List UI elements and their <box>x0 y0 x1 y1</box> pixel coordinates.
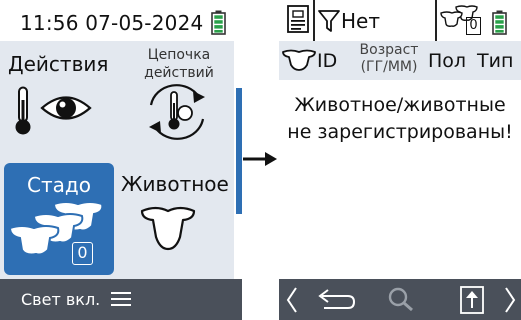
column-header-sex[interactable]: Пол <box>428 50 466 72</box>
column-age-line2: (ГГ/ММ) <box>360 59 418 75</box>
clock-date: 11:56 07-05-2024 <box>20 11 204 35</box>
herd-tile-label: Стадо <box>27 173 91 197</box>
animal-tile-label: Животное <box>121 172 229 196</box>
battery-full-icon <box>492 10 507 35</box>
menu-icon[interactable] <box>111 291 131 307</box>
cow-head-icon <box>282 49 316 71</box>
status-divider <box>435 0 437 41</box>
eye-icon <box>40 91 92 125</box>
herd-count: 0 <box>77 243 88 262</box>
arrow-right-icon <box>243 151 277 167</box>
chevron-right-icon[interactable] <box>504 286 516 314</box>
action-chain-tile-label: Цепочка действий <box>128 46 230 82</box>
cow-head-icon <box>140 205 196 251</box>
scrollbar-thumb[interactable] <box>236 88 242 214</box>
filter-icon[interactable] <box>318 10 340 32</box>
herd-count-badge: 0 <box>72 242 93 265</box>
column-header-id[interactable]: ID <box>317 50 337 72</box>
chevron-left-icon[interactable] <box>286 286 298 314</box>
column-header-type[interactable]: Тип <box>477 50 513 72</box>
herd-icon <box>8 198 108 258</box>
back-icon[interactable] <box>316 289 356 311</box>
thermometer-icon <box>14 86 32 136</box>
column-age-line1: Возраст <box>359 42 419 58</box>
filter-value[interactable]: Нет <box>341 9 380 33</box>
herd-status-count: 0 <box>469 18 478 33</box>
action-chain-label-line2: действий <box>144 65 214 81</box>
column-header-age[interactable]: Возраст (ГГ/ММ) <box>354 42 424 76</box>
light-toggle-button[interactable]: Свет вкл. <box>21 290 100 309</box>
herd-status-badge: 0 <box>466 17 481 35</box>
document-icon[interactable] <box>287 5 309 33</box>
search-icon[interactable] <box>388 287 414 312</box>
battery-full-icon <box>211 10 226 35</box>
action-chain-label-line1: Цепочка <box>147 47 211 63</box>
actions-tile-label: Действия <box>8 52 109 76</box>
empty-state-message: Животное/животные не зарегистрированы! <box>287 94 513 143</box>
right-status-bar <box>279 0 521 41</box>
upload-icon[interactable] <box>460 286 484 314</box>
cycle-thermometer-icon <box>141 83 213 141</box>
status-divider <box>313 0 315 41</box>
